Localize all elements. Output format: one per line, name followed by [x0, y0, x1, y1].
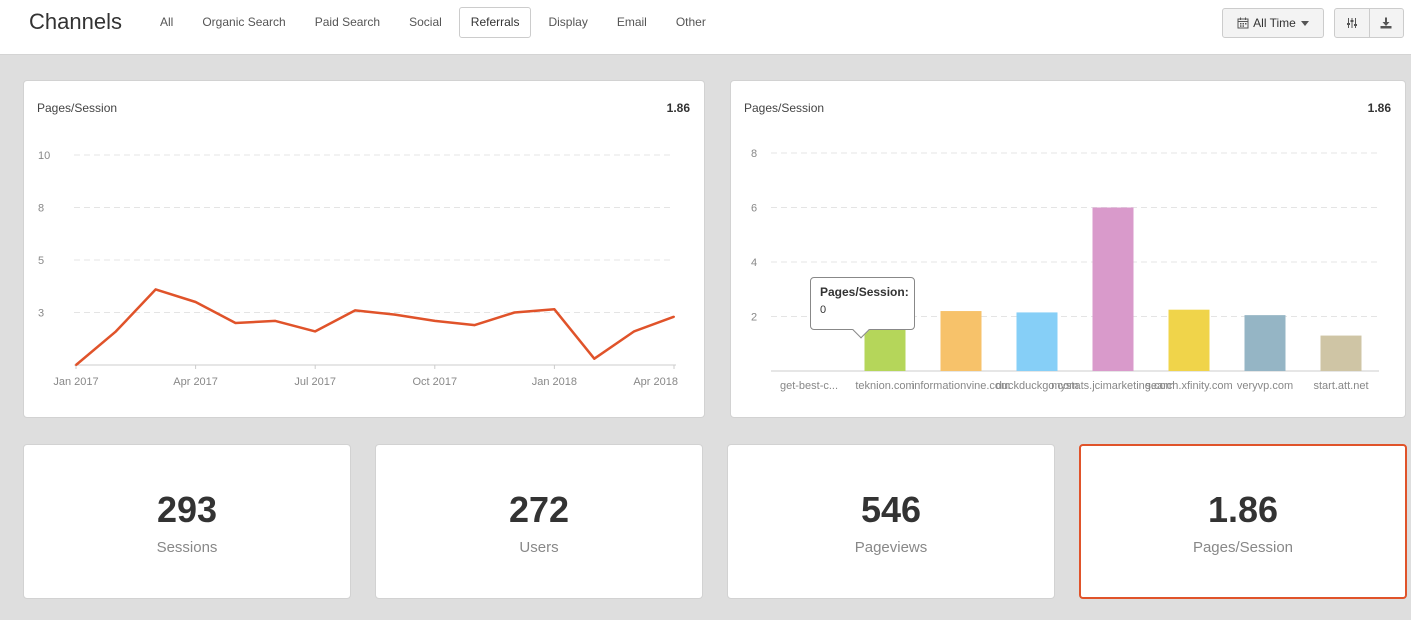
- line-chart: 10 8 5 3 Jan 2017 Apr 2017 Jul 2017 Oct 2017 Jan…: [38, 150, 678, 388]
- tab-all[interactable]: All: [148, 7, 185, 38]
- x-tick-label: Apr 2018: [633, 376, 678, 388]
- stat-label: Pages/Session: [1192, 539, 1294, 556]
- stat-label: Users: [519, 539, 559, 556]
- tooltip-title: Pages/Session:: [820, 285, 909, 299]
- pages-per-session-stat-card[interactable]: 1.86 Pages/Session: [1079, 444, 1407, 599]
- sessions-stat-card[interactable]: 293 Sessions: [23, 444, 351, 599]
- calendar-icon: [1237, 17, 1249, 29]
- page-title: Channels: [29, 9, 122, 34]
- sliders-icon: [1346, 18, 1357, 28]
- data-point: [114, 330, 117, 333]
- download-icon: [1380, 17, 1392, 29]
- settings-button[interactable]: [1335, 9, 1369, 37]
- bar: [1092, 207, 1134, 371]
- pages-per-session-trend-card: Pages/Session 1.86 10 8 5 3 Jan 2017 Apr 2017…: [23, 80, 705, 418]
- tab-paid-search[interactable]: Paid Search: [303, 7, 392, 38]
- tab-referrals[interactable]: Referrals: [458, 7, 532, 38]
- tab-organic-search[interactable]: Organic Search: [190, 7, 297, 38]
- bar-chart: 8642get-best-c... teknion.cominformationv…: [751, 148, 1379, 392]
- y-tick-label: 8: [751, 148, 757, 160]
- data-point: [473, 324, 476, 327]
- stat-label: Sessions: [156, 539, 218, 556]
- y-tick-label: 6: [751, 203, 757, 215]
- bar: [1016, 312, 1058, 371]
- time-range-button[interactable]: All Time: [1222, 8, 1324, 38]
- y-tick-label: 3: [38, 308, 44, 320]
- data-point: [314, 330, 317, 333]
- data-point: [673, 315, 675, 318]
- x-tick-label: teknion.com: [855, 380, 914, 392]
- x-tick-label: Apr 2017: [173, 376, 218, 388]
- x-tick-label: veryvp.com: [1237, 380, 1293, 392]
- bar: [1244, 315, 1286, 371]
- tooltip-value: 0: [820, 304, 827, 316]
- bar: [1168, 309, 1210, 371]
- top-bar: Channels All Organic Search Paid Search …: [0, 0, 1411, 55]
- caret-down-icon: [1300, 20, 1309, 26]
- stat-value: 272: [508, 489, 570, 530]
- y-tick-label: 8: [38, 203, 44, 215]
- data-point: [194, 301, 197, 303]
- tab-email[interactable]: Email: [605, 7, 659, 38]
- pages-per-session-by-referrer-card: Pages/Session 1.86 8 6 4 2 get-best-c... tekn…: [730, 80, 1406, 418]
- channel-tabs: All Organic Search Paid Search Social Re…: [148, 7, 723, 38]
- stat-value: 546: [860, 489, 922, 530]
- x-tick-label: Oct 2017: [412, 376, 457, 388]
- data-point: [234, 322, 237, 324]
- data-point: [513, 311, 516, 314]
- stat-value: 1.86: [1207, 489, 1279, 530]
- bar: [940, 311, 982, 371]
- stat-value: 293: [156, 489, 218, 530]
- chart-tools: [1334, 8, 1404, 38]
- data-point: [154, 288, 157, 291]
- x-tick-label: Jan 2018: [532, 376, 577, 388]
- tab-display[interactable]: Display: [536, 7, 599, 38]
- data-point: [433, 319, 436, 322]
- data-point: [553, 308, 556, 311]
- y-tick-label: 10: [38, 150, 50, 162]
- data-point: [354, 309, 357, 312]
- series-line: [75, 288, 675, 366]
- data-point: [75, 364, 77, 366]
- bar: [1320, 335, 1362, 371]
- data-point: [593, 357, 596, 360]
- stat-label: Pageviews: [854, 539, 928, 556]
- pageviews-stat-card[interactable]: 546 Pageviews: [727, 444, 1055, 599]
- data-point: [633, 330, 636, 333]
- download-button[interactable]: [1368, 9, 1404, 37]
- tab-other[interactable]: Other: [664, 7, 718, 38]
- data-point: [274, 319, 277, 322]
- tab-social[interactable]: Social: [397, 7, 454, 38]
- y-tick-label: 4: [751, 257, 757, 269]
- users-stat-card[interactable]: 272 Users: [375, 444, 703, 599]
- x-tick-label: Jan 2017: [53, 376, 98, 388]
- x-tick-label: start.att.net: [1313, 380, 1368, 392]
- x-tick-label: search.xfinity.com: [1145, 380, 1232, 392]
- data-point: [393, 313, 396, 316]
- x-tick-label: Jul 2017: [294, 376, 336, 388]
- y-tick-label: 5: [38, 255, 44, 267]
- chart-tooltip: Pages/Session: 0: [810, 277, 915, 339]
- time-range-label: All Time: [1253, 16, 1296, 30]
- x-tick-label: get-best-c...: [780, 380, 838, 392]
- y-tick-label: 2: [751, 312, 757, 324]
